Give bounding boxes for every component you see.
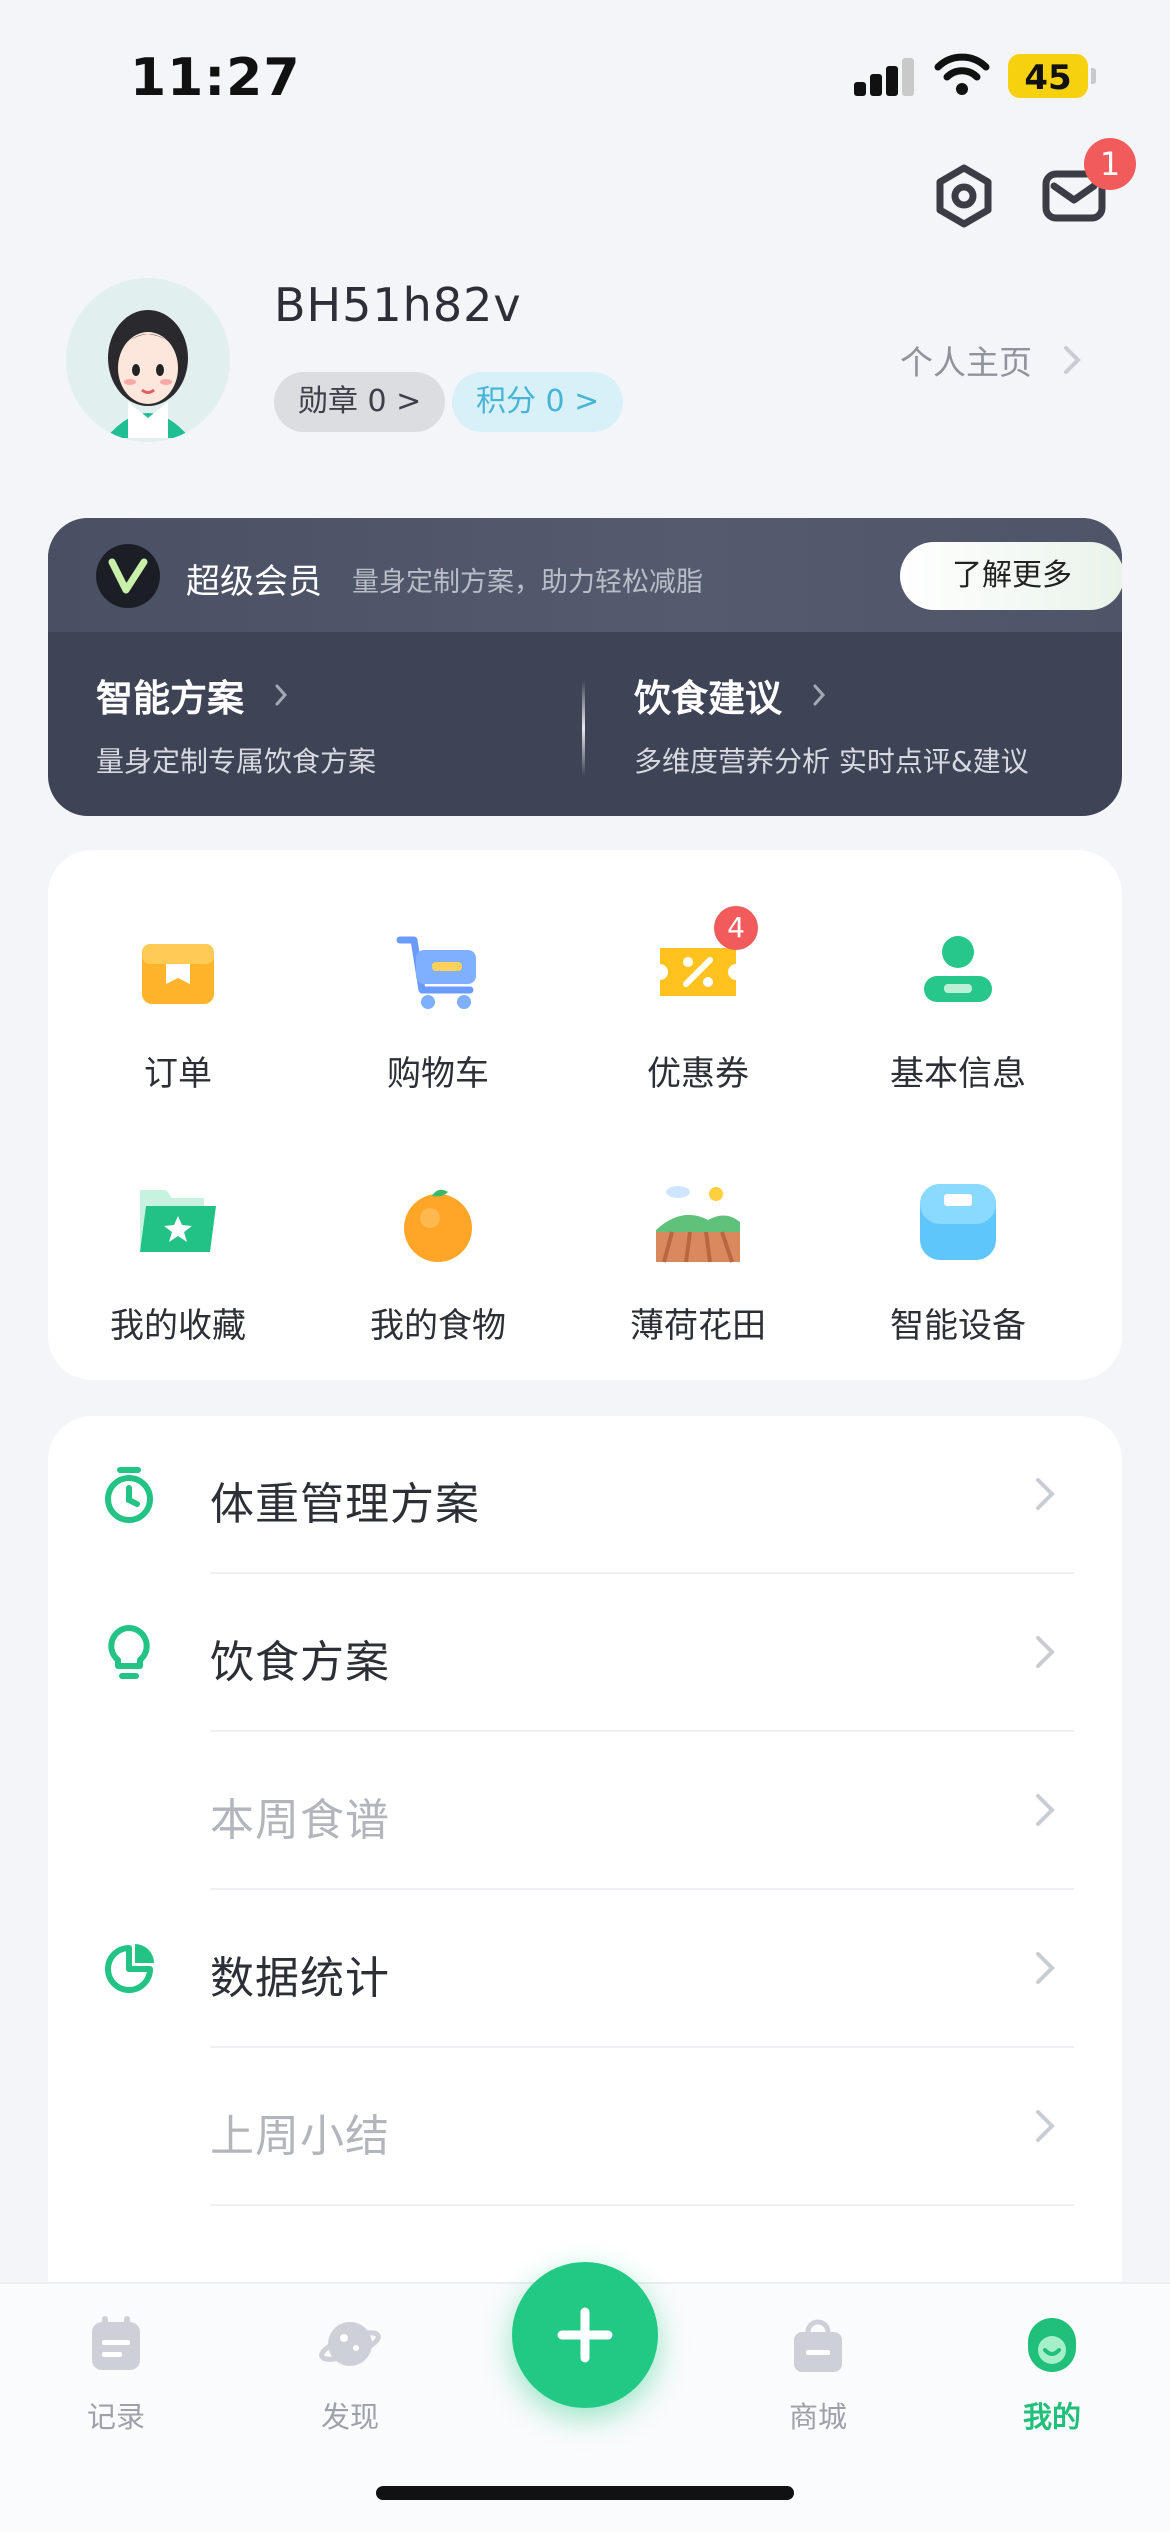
vip-card[interactable]: 超级会员 量身定制方案，助力轻松减脂 了解更多 智能方案 量身定制专属饮食方案 …	[48, 518, 1122, 816]
grid-label: 智能设备	[890, 1306, 1026, 1346]
points-chip[interactable]: 积分 0 >	[452, 372, 624, 432]
chevron-right-icon	[1036, 1794, 1055, 1826]
lightbulb-icon	[108, 1625, 150, 1679]
coupon-badge: 4	[714, 906, 758, 950]
grid-label: 优惠券	[647, 1054, 749, 1094]
vip-title: 超级会员	[186, 562, 322, 602]
settings-gear-icon[interactable]	[930, 162, 998, 230]
shortcut-grid: 订单 购物车 4 优惠券 基本信息 我的收藏 我的食物 薄荷花田 智能设备	[48, 850, 1122, 1380]
vip-smart-plan[interactable]: 智能方案 量身定制专属饮食方案	[96, 668, 376, 780]
tab-record[interactable]: 记录	[36, 2312, 196, 2436]
cellular-signal-icon	[854, 58, 916, 96]
order-box-icon	[132, 924, 224, 1016]
menu-row-label: 本周食谱	[210, 1795, 390, 1846]
menu-row-label: 饮食方案	[210, 1637, 390, 1688]
mail-badge: 1	[1084, 138, 1136, 190]
status-time: 11:27	[130, 48, 301, 108]
plus-icon	[557, 2307, 613, 2363]
divider	[210, 2204, 1074, 2206]
menu-row-statistics[interactable]: 数据统计	[48, 1890, 1122, 2048]
smart-scale-icon	[912, 1176, 1004, 1268]
tab-label: 发现	[320, 2400, 379, 2434]
username: BH51h82v	[274, 278, 522, 332]
vip-smart-plan-title: 智能方案	[96, 677, 244, 720]
menu-row-weight-plan[interactable]: 体重管理方案	[48, 1416, 1122, 1574]
profile-info-icon	[912, 924, 1004, 1016]
menu-row-label: 上周小结	[210, 2111, 390, 2162]
vip-divider	[582, 680, 585, 776]
status-bar: 11:27 45	[0, 0, 1170, 150]
grid-item-favorites[interactable]: 我的收藏	[48, 1176, 308, 1347]
grid-item-basic-info[interactable]: 基本信息	[828, 924, 1088, 1095]
farm-field-icon	[652, 1176, 744, 1268]
chevron-right-icon	[1036, 1952, 1055, 1984]
grid-item-orders[interactable]: 订单	[48, 924, 308, 1095]
planet-icon	[319, 2322, 381, 2366]
tab-label: 我的	[1022, 2400, 1081, 2434]
chevron-right-icon	[1064, 346, 1081, 374]
pie-chart-icon	[105, 1944, 154, 1993]
grid-item-cart[interactable]: 购物车	[308, 924, 568, 1095]
wifi-icon	[934, 53, 990, 95]
chevron-right-icon	[275, 684, 288, 706]
chevron-right-icon	[1036, 1478, 1055, 1510]
avatar[interactable]	[66, 278, 230, 442]
grid-label: 基本信息	[890, 1054, 1026, 1094]
personal-homepage-link[interactable]: 个人主页	[900, 336, 1082, 384]
menu-row-diet-plan[interactable]: 饮食方案	[48, 1574, 1122, 1732]
home-indicator	[376, 2486, 794, 2500]
me-icon	[1028, 2318, 1076, 2372]
menu-row-label: 体重管理方案	[210, 1479, 480, 1530]
grid-label: 购物车	[387, 1054, 489, 1094]
menu-row-label: 数据统计	[210, 1953, 390, 2004]
favorites-folder-icon	[132, 1176, 224, 1268]
chevron-right-icon	[1036, 2110, 1055, 2142]
chevron-right-icon	[813, 684, 826, 706]
tab-label: 记录	[86, 2400, 145, 2434]
tab-label: 商城	[788, 2400, 847, 2434]
chevron-right-icon	[1036, 1636, 1055, 1668]
orange-icon	[392, 1176, 484, 1268]
grid-label: 订单	[144, 1054, 212, 1094]
grid-item-my-food[interactable]: 我的食物	[308, 1176, 568, 1347]
personal-homepage-label: 个人主页	[900, 343, 1032, 382]
timer-icon	[105, 1467, 153, 1523]
vip-diet-advice-desc: 多维度营养分析 实时点评&建议	[634, 745, 1029, 778]
menu-row-weekly-recipes[interactable]: 本周食谱	[48, 1732, 1122, 1890]
tab-discover[interactable]: 发现	[270, 2312, 430, 2436]
battery-icon: 45	[1008, 54, 1096, 98]
record-icon	[92, 2316, 140, 2370]
grid-label: 我的收藏	[110, 1306, 246, 1346]
tab-me[interactable]: 我的	[972, 2312, 1132, 2436]
learn-more-button[interactable]: 了解更多	[900, 542, 1122, 610]
grid-item-mint-field[interactable]: 薄荷花田	[568, 1176, 828, 1347]
grid-item-smart-devices[interactable]: 智能设备	[828, 1176, 1088, 1347]
vip-subtitle: 量身定制方案，助力轻松减脂	[352, 567, 703, 598]
coupon-icon: 4	[652, 906, 758, 1016]
menu-row-last-week-summary[interactable]: 上周小结	[48, 2048, 1122, 2206]
vip-diet-advice-title: 饮食建议	[634, 677, 782, 720]
vip-logo-icon	[96, 544, 160, 608]
tab-mall[interactable]: 商城	[738, 2312, 898, 2436]
grid-item-coupons[interactable]: 4 优惠券	[568, 906, 828, 1095]
shopping-bag-icon	[794, 2319, 842, 2372]
medal-chip[interactable]: 勋章 0 >	[274, 372, 446, 432]
grid-label: 薄荷花田	[630, 1306, 766, 1346]
battery-level: 45	[1024, 58, 1072, 98]
vip-smart-plan-desc: 量身定制专属饮食方案	[96, 745, 377, 778]
cart-icon	[392, 924, 484, 1016]
add-record-button[interactable]	[512, 2262, 658, 2408]
grid-label: 我的食物	[370, 1306, 506, 1346]
vip-diet-advice[interactable]: 饮食建议 多维度营养分析 实时点评&建议	[634, 668, 1029, 780]
